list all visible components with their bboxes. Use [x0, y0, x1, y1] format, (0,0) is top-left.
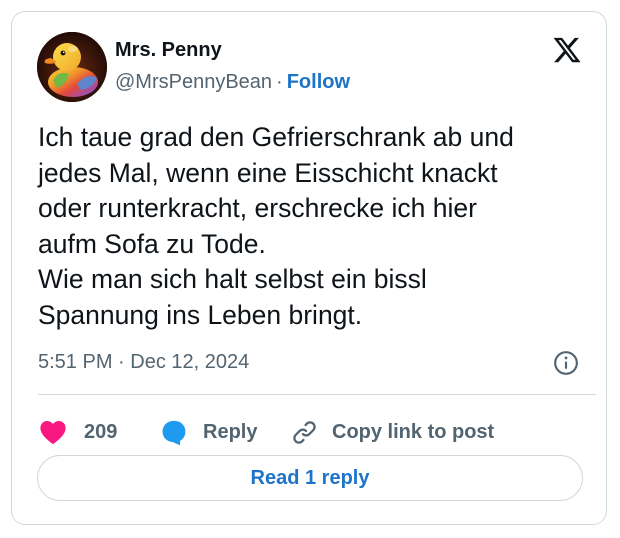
author-handle-row: @MrsPennyBean · Follow — [115, 71, 350, 94]
speech-bubble-icon — [162, 420, 186, 446]
reply-button[interactable]: Reply — [160, 412, 257, 452]
copy-link-label: Copy link to post — [332, 420, 495, 443]
like-button[interactable]: 209 — [39, 412, 117, 452]
post-text-line: jedes Mal, wenn eine Eisschicht knackt — [38, 157, 498, 188]
post-timestamp[interactable]: 5:51 PM · Dec 12, 2024 — [38, 351, 249, 374]
like-count: 209 — [84, 420, 118, 443]
x-logo-icon[interactable] — [552, 35, 582, 65]
avatar[interactable] — [37, 32, 107, 102]
heart-icon — [40, 421, 66, 445]
embedded-post-card: Mrs. Penny @MrsPennyBean · Follow Ich taue… — [11, 11, 607, 525]
post-text-line: oder runterkracht, erschrecke ich hier — [38, 193, 477, 223]
action-bar: 209 Reply Copy link to post — [12, 412, 608, 452]
post-text-line: Wie man sich halt selbst ein bissl — [38, 264, 427, 294]
post-text: Ich taue grad den Gefrierschrank ab und … — [38, 120, 598, 333]
author-name[interactable]: Mrs. Penny — [115, 39, 222, 62]
reply-label: Reply — [203, 420, 258, 443]
link-icon — [293, 420, 316, 444]
divider — [38, 394, 596, 395]
follow-button[interactable]: Follow — [287, 71, 350, 93]
post-text-line: aufm Sofa zu Tode. — [38, 228, 266, 259]
author-handle[interactable]: @MrsPennyBean — [115, 71, 272, 93]
separator-dot: · — [276, 71, 283, 93]
info-icon[interactable] — [553, 350, 579, 376]
post-text-line: Spannung ins Leben bringt. — [38, 299, 363, 330]
copy-link-button[interactable]: Copy link to post — [291, 412, 494, 452]
rubber-duck-avatar-image — [37, 32, 107, 102]
post-text-line: Ich taue grad den Gefrierschrank ab und — [38, 122, 514, 152]
read-replies-button[interactable]: Read 1 reply — [37, 455, 583, 501]
